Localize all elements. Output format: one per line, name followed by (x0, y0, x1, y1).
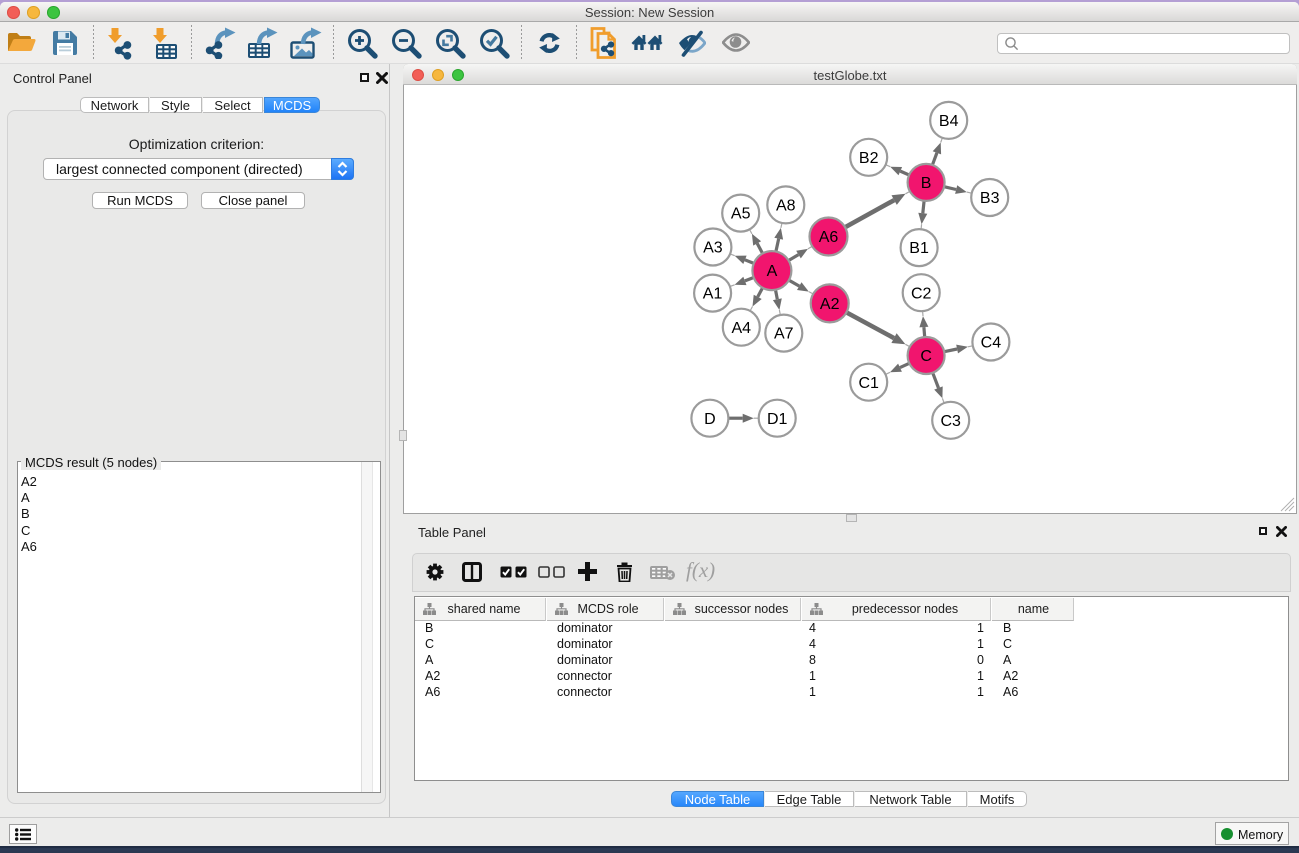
svg-text:B2: B2 (859, 150, 879, 167)
svg-text:B1: B1 (909, 240, 929, 257)
svg-text:C1: C1 (858, 375, 879, 392)
svg-text:A3: A3 (703, 240, 723, 257)
svg-text:B3: B3 (980, 190, 1000, 207)
svg-text:A5: A5 (731, 206, 751, 223)
svg-text:B: B (921, 175, 932, 192)
svg-text:C: C (920, 348, 932, 365)
svg-text:A8: A8 (776, 198, 796, 215)
svg-text:C4: C4 (981, 335, 1002, 352)
svg-text:A: A (767, 263, 778, 280)
svg-text:B4: B4 (939, 113, 959, 130)
svg-text:A6: A6 (819, 229, 839, 246)
svg-text:A7: A7 (774, 326, 794, 343)
svg-text:A2: A2 (820, 296, 840, 313)
svg-text:C2: C2 (911, 285, 932, 302)
svg-text:D1: D1 (767, 411, 788, 428)
svg-text:A4: A4 (732, 320, 752, 337)
svg-text:A1: A1 (703, 286, 723, 303)
svg-text:D: D (704, 411, 716, 428)
svg-text:C3: C3 (940, 413, 961, 430)
